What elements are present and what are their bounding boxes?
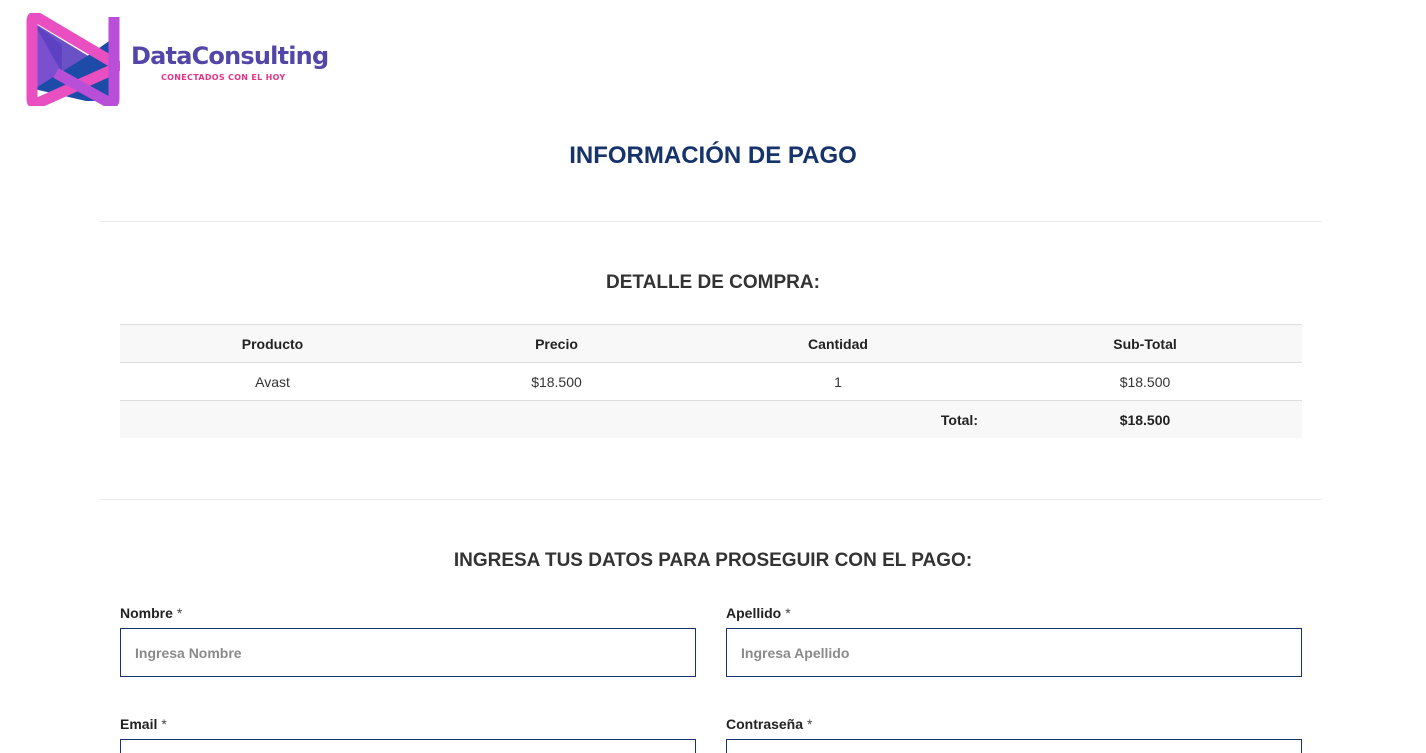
table-header-row: Producto Precio Cantidad Sub-Total xyxy=(120,325,1302,363)
brand-logo[interactable]: DataConsulting CONECTADOS CON EL HOY xyxy=(26,13,329,108)
required-mark: * xyxy=(161,716,167,732)
apellido-label: Apellido * xyxy=(726,605,791,621)
cell-subtotal: $18.500 xyxy=(1119,373,1171,390)
required-mark: * xyxy=(176,605,183,621)
total-value: $18.500 xyxy=(1119,411,1171,428)
column-header-subtotal: Sub-Total xyxy=(1113,335,1177,352)
nombre-label: Nombre * xyxy=(120,605,182,621)
page-title: INFORMACIÓN DE PAGO xyxy=(569,142,857,169)
apellido-label-text: Apellido xyxy=(726,605,782,621)
table-row: Avast $18.500 1 $18.500 xyxy=(120,363,1302,401)
password-input[interactable] xyxy=(726,739,1302,753)
password-label-text: Contraseña xyxy=(726,716,804,732)
cell-price: $18.500 xyxy=(531,373,582,390)
email-label: Email * xyxy=(120,716,167,732)
purchase-heading: DETALLE DE COMPRA: xyxy=(606,272,820,293)
nombre-label-text: Nombre xyxy=(120,605,173,621)
purchase-table: Producto Precio Cantidad Sub-Total Avast… xyxy=(120,324,1302,438)
password-label: Contraseña * xyxy=(726,716,812,732)
form-heading: INGRESA TUS DATOS PARA PROSEGUIR CON EL … xyxy=(453,550,973,571)
logo-play-icon xyxy=(26,13,120,106)
column-header-quantity: Cantidad xyxy=(808,335,868,352)
divider xyxy=(100,499,1322,500)
nombre-input[interactable] xyxy=(120,628,696,677)
table-total-row: Total: $18.500 xyxy=(120,401,1302,438)
email-input[interactable] xyxy=(120,739,696,753)
cell-quantity: 1 xyxy=(834,373,842,390)
column-header-price: Precio xyxy=(535,335,578,352)
brand-tagline: CONECTADOS CON EL HOY xyxy=(161,73,286,82)
required-mark: * xyxy=(807,716,813,732)
brand-name: DataConsulting xyxy=(131,42,329,70)
total-label: Total: xyxy=(940,411,978,428)
required-mark: * xyxy=(785,605,791,621)
apellido-input[interactable] xyxy=(726,628,1302,677)
divider xyxy=(100,221,1322,222)
cell-product: Avast xyxy=(255,373,290,390)
column-header-product: Producto xyxy=(241,335,304,352)
email-label-text: Email xyxy=(120,716,158,732)
